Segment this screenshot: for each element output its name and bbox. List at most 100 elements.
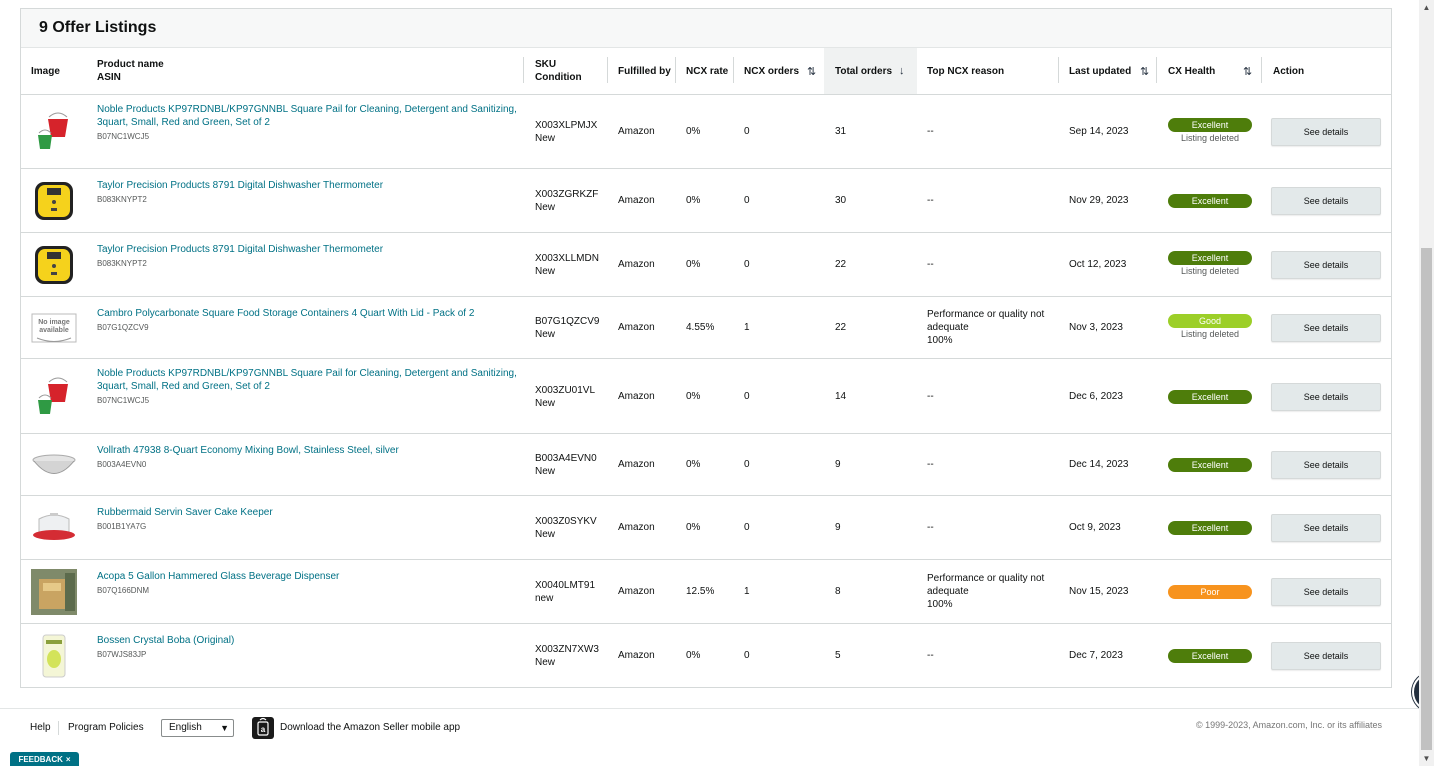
sort-toggle-icon[interactable]: ⇅	[1243, 65, 1252, 78]
fulfilled-by-text: Amazon	[618, 522, 655, 533]
column-divider	[523, 57, 524, 83]
product-name-link[interactable]: Rubbermaid Servin Saver Cake Keeper	[97, 506, 517, 519]
fulfilled-by-text: Amazon	[618, 586, 655, 597]
see-details-button[interactable]: See details	[1271, 118, 1381, 146]
red-green-pail-icon[interactable]	[31, 374, 77, 420]
svg-text:a: a	[261, 725, 266, 734]
language-select[interactable]: English ▼	[161, 719, 234, 737]
cx-health-cell: Excellent	[1168, 194, 1252, 208]
vertical-scrollbar[interactable]: ▲ ▼	[1419, 0, 1434, 766]
top-ncx-reason: --	[927, 195, 934, 206]
boba-package-icon[interactable]	[31, 633, 77, 679]
asin-text: B07NC1WCJ5	[97, 396, 150, 405]
see-details-button[interactable]: See details	[1271, 514, 1381, 542]
sort-toggle-icon[interactable]: ⇅	[807, 65, 816, 78]
listing-status-text: Listing deleted	[1180, 266, 1240, 276]
cake-keeper-icon[interactable]	[31, 505, 77, 551]
ncx-orders-text: 1	[744, 322, 750, 333]
beverage-dispenser-icon[interactable]	[31, 569, 77, 615]
column-fulfilled-by-label: Fulfilled by	[618, 65, 671, 77]
column-fulfilled-by[interactable]: Fulfilled by	[618, 48, 671, 94]
product-name-link[interactable]: Bossen Crystal Boba (Original)	[97, 634, 517, 647]
last-updated-text: Dec 7, 2023	[1069, 650, 1123, 661]
product-name-link[interactable]: Noble Products KP97RDNBL/KP97GNNBL Squar…	[97, 367, 517, 393]
asin-text: B001B1YA7G	[97, 522, 147, 531]
last-updated-text: Nov 15, 2023	[1069, 586, 1129, 597]
page: 9 Offer Listings Image Product name ASIN …	[0, 0, 1434, 766]
table-row: Taylor Precision Products 8791 Digital D…	[21, 233, 1391, 297]
total-orders-text: 8	[835, 586, 841, 597]
scrollbar-thumb[interactable]	[1421, 248, 1432, 750]
cx-health-cell: Excellent	[1168, 458, 1252, 472]
ncx-orders-text: 0	[744, 126, 750, 137]
product-cell: Cambro Polycarbonate Square Food Storage…	[97, 307, 517, 332]
close-icon[interactable]: ×	[66, 755, 71, 764]
no-image-available-icon[interactable]: No image available	[31, 305, 77, 351]
help-link[interactable]: Help	[30, 722, 51, 733]
sort-descending-icon[interactable]: ↓	[899, 65, 905, 77]
column-action-label: Action	[1273, 65, 1305, 77]
top-ncx-reason: --	[927, 126, 934, 137]
column-top-ncx-reason[interactable]: Top NCX reason	[927, 48, 1004, 94]
table-row: Noble Products KP97RDNBL/KP97GNNBL Squar…	[21, 95, 1391, 169]
cx-health-cell: Excellent	[1168, 521, 1252, 535]
see-details-button[interactable]: See details	[1271, 187, 1381, 215]
top-ncx-reason: --	[927, 650, 934, 661]
column-ncx-rate[interactable]: NCX rate	[686, 48, 728, 94]
condition-text: New	[535, 329, 556, 340]
see-details-button[interactable]: See details	[1271, 251, 1381, 279]
column-divider	[1156, 57, 1157, 83]
column-total-orders[interactable]: Total orders ↓	[824, 48, 917, 94]
red-green-pail-icon[interactable]	[31, 109, 77, 155]
asin-text: B07WJS83JP	[97, 650, 147, 659]
mixing-bowl-icon[interactable]	[31, 442, 77, 488]
condition-text: new	[535, 593, 554, 604]
amazon-app-icon[interactable]: a	[252, 717, 274, 739]
ncx-rate-text: 0%	[686, 195, 701, 206]
product-name-link[interactable]: Cambro Polycarbonate Square Food Storage…	[97, 307, 517, 320]
last-updated-text: Oct 9, 2023	[1069, 522, 1121, 533]
sku-text: X003XLLMDN	[535, 253, 599, 264]
column-divider	[607, 57, 608, 83]
product-name-link[interactable]: Taylor Precision Products 8791 Digital D…	[97, 179, 517, 192]
column-top-ncx-reason-label: Top NCX reason	[927, 65, 1005, 77]
program-policies-link[interactable]: Program Policies	[68, 722, 144, 733]
column-cx-health[interactable]: CX Health ⇅	[1168, 48, 1253, 94]
condition-text: New	[535, 657, 556, 668]
see-details-button[interactable]: See details	[1271, 451, 1381, 479]
cx-health-badge: Excellent	[1168, 649, 1252, 663]
total-orders-text: 31	[835, 126, 847, 137]
cx-health-badge: Excellent	[1168, 118, 1252, 132]
card-title: 9 Offer Listings	[39, 19, 157, 36]
product-name-link[interactable]: Noble Products KP97RDNBL/KP97GNNBL Squar…	[97, 103, 517, 129]
feedback-button[interactable]: FEEDBACK ×	[10, 752, 79, 766]
footer-divider	[0, 708, 1419, 709]
offer-listings-card: 9 Offer Listings Image Product name ASIN …	[20, 8, 1392, 688]
asin-text: B083KNYPT2	[97, 195, 147, 204]
see-details-button[interactable]: See details	[1271, 642, 1381, 670]
card-header: 9 Offer Listings	[21, 9, 1391, 48]
cx-health-cell: Good Listing deleted	[1168, 314, 1252, 339]
product-name-link[interactable]: Acopa 5 Gallon Hammered Glass Beverage D…	[97, 570, 517, 583]
see-details-button[interactable]: See details	[1271, 578, 1381, 606]
column-ncx-orders[interactable]: NCX orders ⇅	[744, 48, 824, 94]
column-cx-health-label: CX Health	[1168, 65, 1216, 77]
scroll-up-arrow-icon[interactable]: ▲	[1419, 0, 1434, 15]
sort-toggle-icon[interactable]: ⇅	[1140, 65, 1149, 78]
yellow-thermometer-icon[interactable]	[31, 242, 77, 288]
column-sku[interactable]: SKU Condition	[535, 48, 582, 94]
column-product-name[interactable]: Product name ASIN	[97, 48, 164, 94]
listing-status-text: Listing deleted	[1180, 329, 1240, 339]
table-row: Rubbermaid Servin Saver Cake Keeper B001B…	[21, 496, 1391, 560]
see-details-button[interactable]: See details	[1271, 382, 1381, 411]
product-name-link[interactable]: Taylor Precision Products 8791 Digital D…	[97, 243, 517, 256]
asin-text: B083KNYPT2	[97, 259, 147, 268]
yellow-thermometer-icon[interactable]	[31, 178, 77, 224]
column-last-updated[interactable]: Last updated ⇅	[1069, 48, 1154, 94]
sku-text: X003ZU01VL	[535, 384, 596, 396]
see-details-button[interactable]: See details	[1271, 314, 1381, 342]
scroll-down-arrow-icon[interactable]: ▼	[1419, 751, 1434, 766]
download-app-link[interactable]: Download the Amazon Seller mobile app	[280, 722, 460, 733]
sku-cell: X003ZN7XW3 New	[535, 643, 599, 669]
product-name-link[interactable]: Vollrath 47938 8-Quart Economy Mixing Bo…	[97, 444, 517, 457]
